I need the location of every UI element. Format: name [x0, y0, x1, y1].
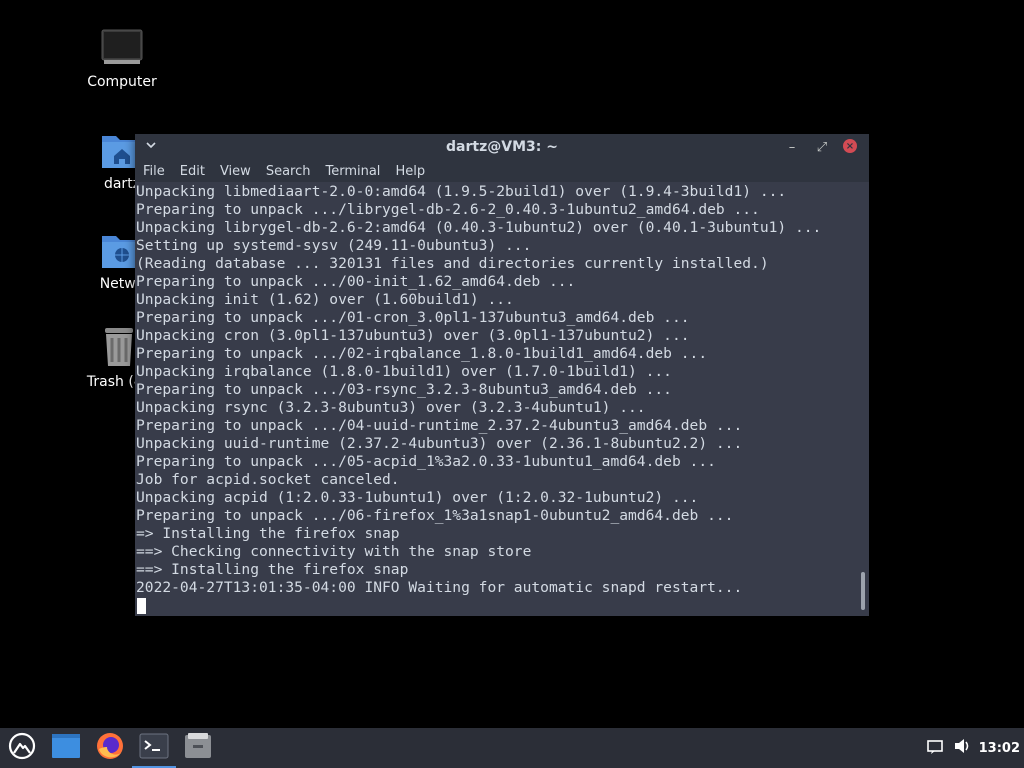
terminal-line: Preparing to unpack .../03-rsync_3.2.3-8…	[136, 381, 672, 398]
terminal-line: Unpacking rsync (3.2.3-8ubuntu3) over (3…	[136, 399, 646, 416]
computer-icon	[100, 24, 144, 68]
firefox-launcher[interactable]	[88, 728, 132, 768]
terminal-line: Unpacking uuid-runtime (2.37.2-4ubuntu3)…	[136, 435, 743, 452]
terminal-line: ==> Checking connectivity with the snap …	[136, 543, 532, 560]
terminal-line: Preparing to unpack .../00-init_1.62_amd…	[136, 273, 576, 290]
clock[interactable]: 13:02	[979, 741, 1020, 756]
terminal-line: Unpacking librygel-db-2.6-2:amd64 (0.40.…	[136, 219, 822, 236]
show-desktop-button[interactable]	[44, 728, 88, 768]
terminal-line: Unpacking init (1.62) over (1.60build1) …	[136, 291, 514, 308]
terminal-line: Preparing to unpack .../05-acpid_1%3a2.0…	[136, 453, 716, 470]
file-manager-launcher[interactable]	[176, 728, 220, 768]
window-title: dartz@VM3: ~	[446, 139, 558, 155]
show-desktop-icon	[51, 733, 81, 763]
desktop-icon-label: Computer	[87, 74, 157, 90]
terminal-line: Unpacking irqbalance (1.8.0-1build1) ove…	[136, 363, 672, 380]
terminal-line: ==> Installing the firefox snap	[136, 561, 409, 578]
menu-search[interactable]: Search	[266, 164, 311, 179]
start-menu-button[interactable]	[0, 728, 44, 768]
taskbar: 13:02	[0, 728, 1024, 768]
volume-icon[interactable]	[953, 738, 971, 758]
terminal-output[interactable]: Unpacking libmediaart-2.0-0:amd64 (1.9.5…	[135, 182, 857, 616]
terminal-line: (Reading database ... 320131 files and d…	[136, 255, 769, 272]
scrollbar-thumb[interactable]	[861, 572, 865, 610]
window-titlebar[interactable]: dartz@VM3: ~ – ⤢ ×	[135, 134, 869, 160]
file-manager-icon	[183, 732, 213, 764]
terminal-line: Unpacking libmediaart-2.0-0:amd64 (1.9.5…	[136, 183, 787, 200]
terminal-line: Preparing to unpack .../06-firefox_1%3a1…	[136, 507, 734, 524]
terminal-task-button[interactable]	[132, 728, 176, 768]
terminal-prompt-line[interactable]	[136, 597, 857, 615]
terminal-window: dartz@VM3: ~ – ⤢ × File Edit View Search…	[135, 134, 869, 616]
maximize-icon: ⤢	[816, 139, 828, 155]
terminal-line: Setting up systemd-sysv (249.11-0ubuntu3…	[136, 237, 532, 254]
menu-view[interactable]: View	[220, 164, 251, 179]
system-tray: 13:02	[926, 728, 1024, 768]
notification-icon[interactable]	[926, 739, 943, 758]
terminal-line: Job for acpid.socket canceled.	[136, 471, 400, 488]
start-menu-icon	[8, 732, 36, 764]
minimize-icon: –	[788, 139, 796, 155]
window-menubar: File Edit View Search Terminal Help	[135, 160, 869, 182]
close-button[interactable]: ×	[843, 139, 857, 153]
menu-edit[interactable]: Edit	[180, 164, 205, 179]
terminal-line: Unpacking acpid (1:2.0.33-1ubuntu1) over…	[136, 489, 699, 506]
terminal-line: Preparing to unpack .../02-irqbalance_1.…	[136, 345, 708, 362]
menu-help[interactable]: Help	[395, 164, 425, 179]
terminal-line: Preparing to unpack .../01-cron_3.0pl1-1…	[136, 309, 690, 326]
terminal-line: Unpacking cron (3.0pl1-137ubuntu3) over …	[136, 327, 690, 344]
terminal-icon	[139, 733, 169, 763]
terminal-line: 2022-04-27T13:01:35-04:00 INFO Waiting f…	[136, 579, 743, 596]
menu-file[interactable]: File	[143, 164, 165, 179]
desktop-icon-computer[interactable]: Computer	[67, 24, 177, 90]
window-menu-chevron-icon[interactable]	[145, 139, 161, 155]
terminal-line: Preparing to unpack .../librygel-db-2.6-…	[136, 201, 760, 218]
maximize-button[interactable]: ⤢	[813, 138, 831, 156]
minimize-button[interactable]: –	[783, 138, 801, 156]
menu-terminal[interactable]: Terminal	[325, 164, 380, 179]
terminal-cursor	[137, 598, 146, 614]
close-icon: ×	[845, 140, 855, 152]
firefox-icon	[95, 731, 125, 765]
terminal-scrollbar[interactable]	[857, 182, 869, 616]
terminal-line: => Installing the firefox snap	[136, 525, 400, 542]
terminal-line: Preparing to unpack .../04-uuid-runtime_…	[136, 417, 743, 434]
